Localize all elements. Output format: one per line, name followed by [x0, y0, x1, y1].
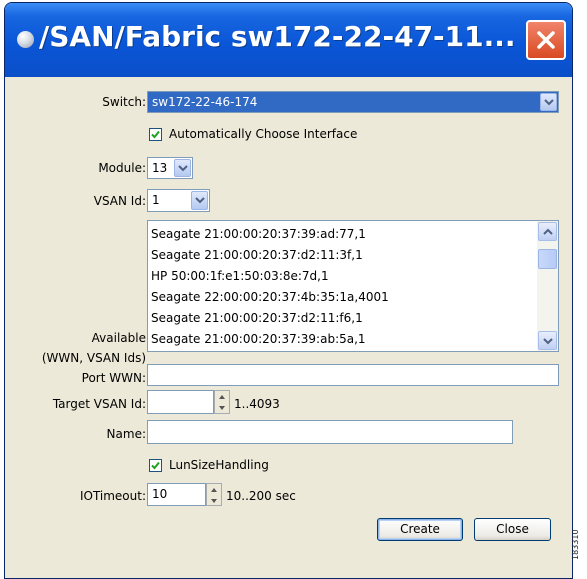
switch-value: sw172-22-46-174 [152, 95, 258, 109]
target-vsan-id-label: Target VSAN Id: [52, 397, 146, 411]
switch-combobox[interactable]: sw172-22-46-174 [147, 91, 559, 113]
available-wwn-list[interactable]: Seagate 21:00:00:20:37:39:ad:77,1 Seagat… [147, 220, 559, 352]
app-icon [17, 31, 34, 48]
vsan-id-combobox[interactable]: 1 [147, 189, 210, 212]
list-item[interactable]: Seagate 21:00:00:20:37:d2:11:3f,1 [151, 245, 363, 265]
caret-up-icon [219, 395, 225, 399]
target-vsan-id-input[interactable] [147, 390, 214, 414]
chevron-down-icon [543, 338, 553, 345]
module-combobox[interactable]: 13 [147, 157, 193, 179]
available-label-line1: Available [91, 331, 146, 345]
scroll-up-button[interactable] [538, 222, 557, 241]
spin-up-button[interactable] [207, 484, 221, 495]
figure-id-watermark: 183310 [571, 529, 580, 560]
title-bar[interactable]: /SAN/Fabric sw172-22-47-11... [5, 3, 572, 77]
vsan-id-value: 1 [152, 193, 160, 207]
name-input[interactable] [147, 420, 513, 444]
io-timeout-spinner[interactable] [206, 483, 222, 506]
module-label: Module: [98, 161, 146, 175]
scroll-thumb[interactable] [538, 249, 557, 269]
caret-down-icon [211, 498, 217, 503]
spin-up-button[interactable] [215, 391, 229, 402]
io-timeout-range: 10..200 sec [226, 489, 296, 503]
close-icon [537, 31, 555, 49]
list-item[interactable]: Seagate 22:00:00:20:37:4b:35:1a,4001 [151, 287, 389, 307]
vsan-id-dropdown-button[interactable] [191, 191, 208, 210]
list-item[interactable]: Seagate 21:00:00:20:37:39:ab:5a,1 [151, 329, 366, 349]
lun-size-handling-checkbox[interactable] [149, 459, 162, 472]
available-label-line2: (WWN, VSAN Ids) [41, 351, 146, 365]
chevron-down-icon [544, 99, 554, 106]
list-item[interactable]: Seagate 21:00:00:20:37:39:ad:77,1 [151, 224, 366, 244]
checkmark-icon [151, 130, 160, 139]
module-value: 13 [152, 161, 168, 175]
port-wwn-input[interactable] [147, 364, 559, 386]
list-item[interactable]: HP 50:00:1f:e1:50:03:8e:7d,1 [151, 266, 329, 286]
caret-down-icon [219, 406, 225, 410]
auto-interface-label: Automatically Choose Interface [169, 127, 358, 141]
io-timeout-input[interactable]: 10 [147, 483, 206, 506]
dialog-body: Switch: sw172-22-46-174 Automatically Ch… [5, 77, 572, 578]
chevron-up-icon [543, 228, 553, 235]
switch-label: Switch: [102, 95, 146, 109]
create-button[interactable]: Create [377, 518, 463, 541]
dialog-window: /SAN/Fabric sw172-22-47-11... Switch: sw… [4, 2, 573, 579]
spin-down-button[interactable] [215, 402, 229, 413]
scroll-down-button[interactable] [538, 331, 557, 350]
window-close-button[interactable] [526, 20, 566, 60]
lun-size-handling-label: LunSizeHandling [169, 458, 269, 472]
chevron-down-icon [195, 197, 205, 204]
caret-up-icon [211, 488, 217, 492]
list-item[interactable]: Seagate 21:00:00:20:37:d2:11:f6,1 [151, 308, 363, 328]
vsan-id-label: VSAN Id: [93, 194, 146, 208]
target-vsan-id-range: 1..4093 [234, 397, 280, 411]
window-title: /SAN/Fabric sw172-22-47-11... [39, 20, 516, 53]
module-dropdown-button[interactable] [174, 159, 191, 177]
close-button[interactable]: Close [474, 518, 551, 541]
chevron-down-icon [178, 165, 188, 172]
auto-interface-checkbox[interactable] [149, 128, 162, 141]
vertical-scrollbar[interactable] [537, 221, 558, 351]
spin-down-button[interactable] [207, 495, 221, 506]
io-timeout-label: IOTimeout: [79, 489, 146, 503]
switch-dropdown-button[interactable] [540, 93, 557, 111]
checkmark-icon [151, 461, 160, 470]
target-vsan-id-spinner[interactable] [214, 390, 230, 414]
name-label: Name: [106, 427, 146, 441]
port-wwn-label: Port WWN: [81, 371, 146, 385]
